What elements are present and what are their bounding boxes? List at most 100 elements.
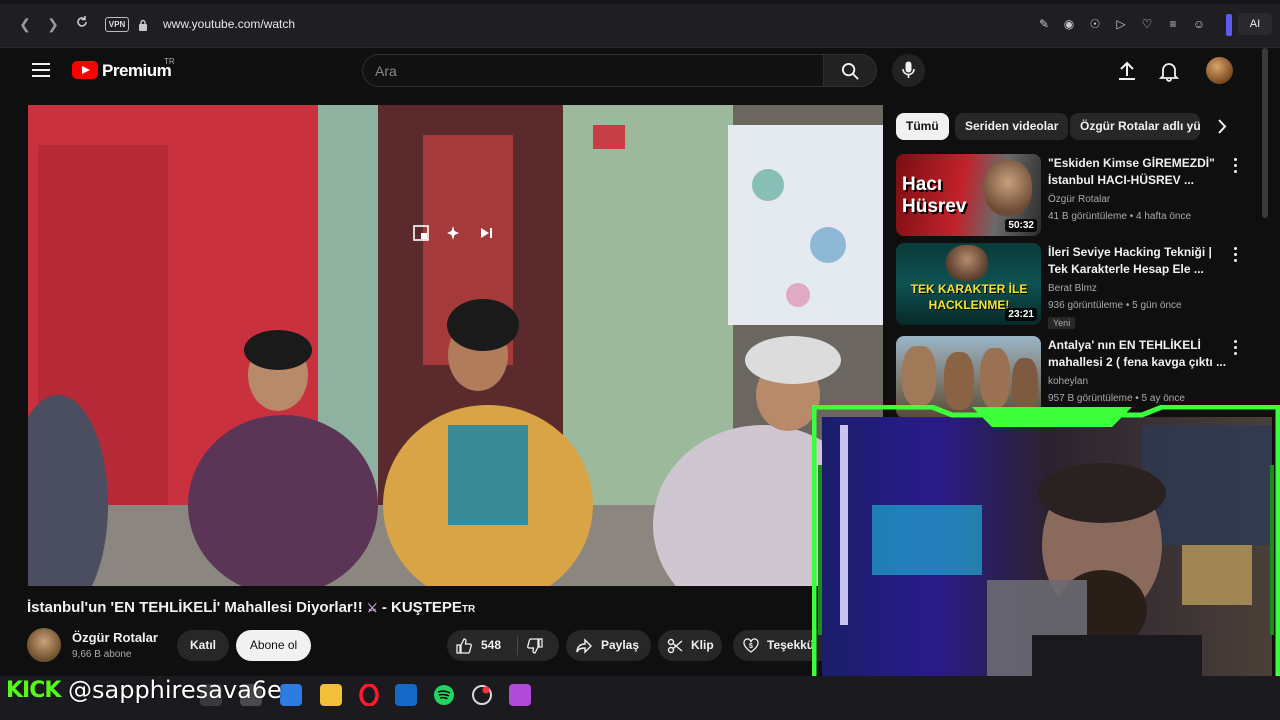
sidebar-indicator — [1226, 14, 1232, 36]
video-player[interactable] — [28, 105, 883, 586]
spotify-icon[interactable] — [433, 684, 455, 706]
menu-lines-icon[interactable]: ≡ — [1166, 17, 1180, 31]
more-options-icon[interactable] — [1232, 247, 1238, 263]
channel-name[interactable]: Özgür Rotalar — [72, 630, 158, 645]
thumbs-up-icon[interactable] — [456, 638, 472, 654]
bell-icon[interactable] — [1158, 60, 1180, 82]
kick-logo: KICK — [6, 678, 61, 703]
reload-icon[interactable] — [73, 15, 91, 33]
search-icon — [841, 62, 859, 80]
user-avatar[interactable] — [1206, 57, 1233, 84]
camera-icon[interactable]: ◉ — [1062, 17, 1076, 31]
folder-icon[interactable] — [320, 684, 342, 706]
microphone-icon — [902, 61, 915, 78]
channel-avatar[interactable] — [27, 628, 61, 662]
screen: ❮ ❯ VPN www.youtube.com/watch ✎ ◉ ☉ ▷ ♡ … — [0, 0, 1280, 720]
scissors-icon — [667, 638, 683, 654]
video-title: İstanbul'un 'EN TEHLİKELİ' Mahallesi Diy… — [27, 599, 475, 616]
chips-next-button[interactable] — [1208, 113, 1236, 140]
miniplayer-icon[interactable] — [413, 225, 431, 241]
subscribe-button[interactable]: Abone ol — [236, 630, 311, 661]
share-label: Paylaş — [601, 638, 640, 652]
thumbnail-person — [980, 348, 1010, 408]
recommendation-channel[interactable]: Özgür Rotalar — [1048, 194, 1110, 205]
address-bar[interactable]: www.youtube.com/watch — [163, 17, 295, 31]
app-icon-purple[interactable] — [509, 684, 531, 706]
forward-icon[interactable]: ❯ — [44, 15, 62, 33]
video-frame — [28, 105, 883, 586]
recommendation-item[interactable]: TEK KARAKTER İLE HACKLENME! 23:21 İleri … — [896, 243, 1256, 329]
youtube-logo-icon[interactable] — [72, 61, 98, 79]
webcam-frame — [811, 404, 1280, 696]
shield-icon[interactable]: ☉ — [1088, 17, 1102, 31]
back-icon[interactable]: ❮ — [16, 15, 34, 33]
kick-handle: @sapphiresava6e — [68, 676, 282, 704]
outlook-icon[interactable] — [395, 684, 417, 706]
sparkle-icon[interactable] — [445, 225, 463, 241]
taskbar-edge-icon[interactable] — [280, 684, 302, 706]
clip-label: Klip — [691, 638, 714, 652]
chip-channel-uploads[interactable]: Özgür Rotalar adlı yük — [1070, 113, 1200, 140]
recommendation-meta: 957 B görüntüleme • 5 ay önce — [1048, 393, 1185, 404]
thumbs-down-icon[interactable] — [527, 638, 543, 654]
recommendation-channel[interactable]: koheylan — [1048, 376, 1088, 387]
like-count[interactable]: 548 — [481, 630, 501, 661]
youtube-header: Premium TR — [10, 48, 1272, 94]
thumbnail-person — [944, 352, 974, 410]
recommendation-meta: 936 görüntüleme • 5 gün önce — [1048, 300, 1182, 311]
video-duration: 23:21 — [1005, 308, 1037, 321]
recommendation-title[interactable]: Antalya' nın EN TEHLİKELİ mahallesi 2 ( … — [1048, 337, 1228, 371]
recommendation-thumbnail[interactable]: TEK KARAKTER İLE HACKLENME! 23:21 — [896, 243, 1041, 325]
recommendation-title[interactable]: İleri Seviye Hacking Tekniği | Tek Karak… — [1048, 244, 1228, 278]
opera-icon[interactable] — [358, 683, 380, 707]
chip-series[interactable]: Seriden videolar — [955, 113, 1069, 140]
app-icon-red[interactable] — [471, 684, 493, 706]
share-button[interactable]: Paylaş — [566, 630, 651, 661]
heart-dollar-icon: $ — [743, 638, 759, 653]
lock-icon — [138, 18, 148, 31]
more-options-icon[interactable] — [1232, 340, 1238, 356]
ai-button[interactable]: AI — [1238, 13, 1272, 35]
upload-icon[interactable] — [1116, 60, 1138, 82]
like-dislike-group: 548 — [447, 630, 559, 661]
svg-text:$: $ — [749, 643, 753, 650]
recommendation-title[interactable]: "Eskiden Kimse GİREMEZDİ" İstanbul HACI-… — [1048, 155, 1228, 189]
thumbnail-person — [984, 160, 1032, 216]
play-icon[interactable]: ▷ — [1114, 17, 1128, 31]
search-input[interactable] — [363, 55, 823, 86]
clip-button[interactable]: Klip — [658, 630, 722, 661]
video-title-text: İstanbul'un 'EN TEHLİKELİ' Mahallesi Diy… — [27, 599, 363, 616]
heart-icon[interactable]: ♡ — [1140, 17, 1154, 31]
more-options-icon[interactable] — [1232, 158, 1238, 174]
like-divider — [517, 636, 518, 655]
share-icon — [576, 638, 592, 654]
thanks-button[interactable]: $ Teşekkü — [733, 630, 823, 661]
chip-all[interactable]: Tümü — [896, 113, 949, 140]
thumbnail-person — [902, 346, 936, 406]
crossed-swords-icon: ⚔ — [366, 601, 378, 615]
region-label: TR — [164, 57, 175, 66]
thumbnail-person — [1012, 358, 1038, 410]
brand-label[interactable]: Premium — [102, 61, 172, 81]
browser-tabstrip — [0, 0, 1280, 4]
recommendation-item[interactable]: Hacı Hüsrev 50:32 "Eskiden Kimse GİREMEZ… — [896, 154, 1256, 238]
browser-toolbar: ❮ ❯ VPN www.youtube.com/watch ✎ ◉ ☉ ▷ ♡ … — [0, 0, 1280, 48]
profile-icon[interactable]: ☺ — [1192, 17, 1206, 31]
vpn-badge[interactable]: VPN — [105, 17, 129, 32]
recommendation-meta: 41 B görüntüleme • 4 hafta önce — [1048, 211, 1192, 222]
hamburger-menu-icon[interactable] — [32, 63, 50, 77]
recommendation-channel[interactable]: Berat Blmz — [1048, 283, 1097, 294]
thumbnail-person — [946, 245, 988, 281]
webcam-overlay — [811, 404, 1280, 696]
page-scrollbar[interactable] — [1262, 48, 1268, 218]
recommendation-thumbnail[interactable]: Hacı Hüsrev 50:32 — [896, 154, 1041, 236]
video-title-suffix: - KUŞTEPE — [381, 599, 462, 616]
search-box — [362, 54, 824, 87]
search-button[interactable] — [823, 54, 877, 87]
edit-icon[interactable]: ✎ — [1037, 17, 1051, 31]
skip-next-icon[interactable] — [478, 225, 496, 241]
chevron-right-icon — [1218, 119, 1227, 134]
thanks-label: Teşekkü — [767, 638, 815, 652]
voice-search-button[interactable] — [892, 54, 925, 87]
join-button[interactable]: Katıl — [177, 630, 229, 661]
